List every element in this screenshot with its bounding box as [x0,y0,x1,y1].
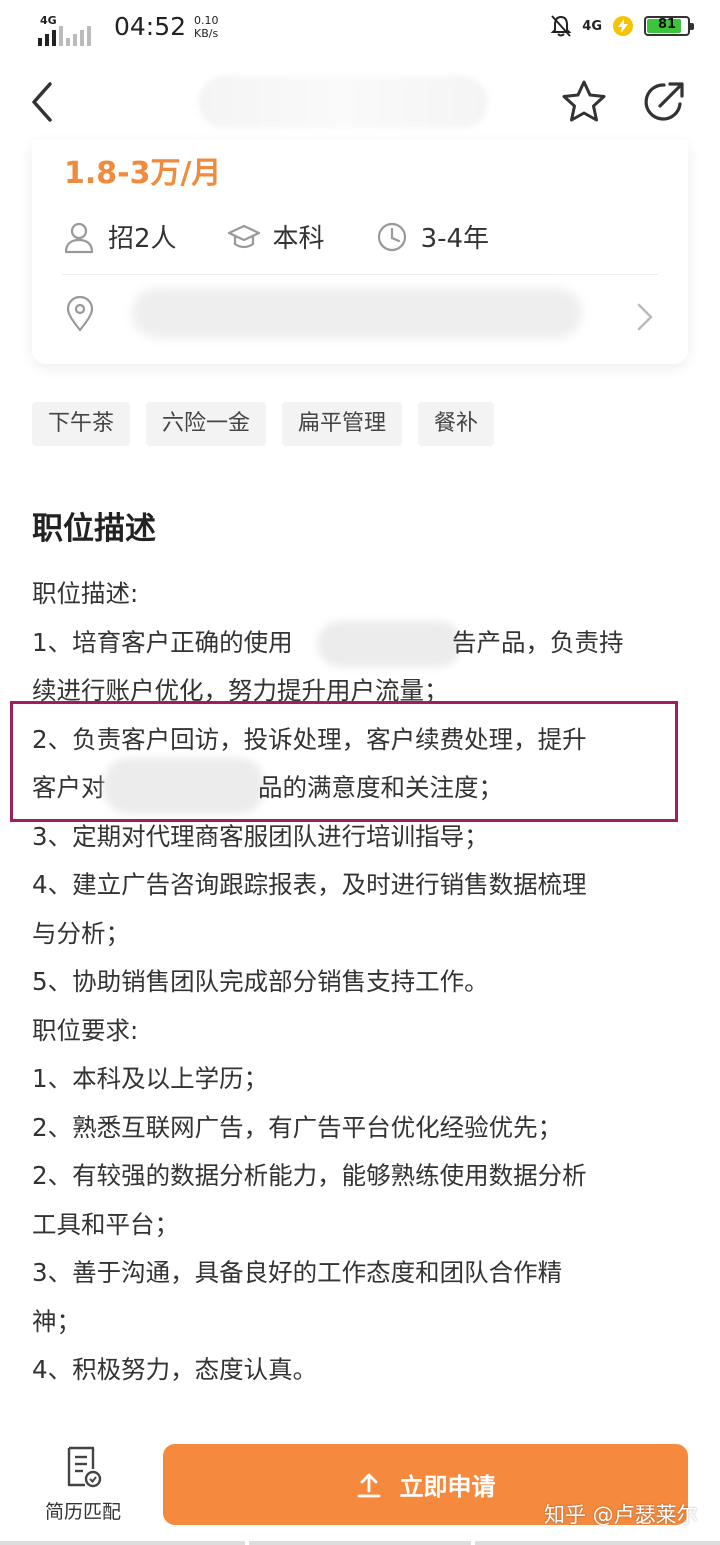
desc-line: 4、积极努力，态度认真。 [32,1355,318,1384]
highlight-annotation-box [10,701,678,822]
upload-icon [357,1473,380,1497]
nav-indicator [0,1541,245,1545]
resume-match-label: 简历匹配 [44,1501,121,1523]
resume-document-icon [67,1446,102,1488]
desc-line: 5、协助销售团队完成部分销售支持工作。 [32,967,489,996]
graduation-cap-icon [227,224,260,248]
apply-label: 立即申请 [399,1473,496,1501]
redacted-title [198,76,488,128]
battery-level: 81 [657,17,677,32]
chevron-right-icon [637,303,653,331]
education-text: 本科 [272,224,325,254]
desc-line: 1、本科及以上学历； [32,1064,269,1093]
watermark: 知乎 @卢瑟莱尔 [544,1503,698,1527]
favorite-button[interactable] [560,78,608,126]
resume-match-button[interactable]: 简历匹配 [30,1445,136,1535]
benefit-tag: 六险一金 [146,402,267,446]
charging-bolt-icon [613,16,633,36]
education-item: 本科 [227,218,325,255]
desc-line-part: 1、培育客户正确的使用 [32,627,293,657]
network-speed: 0.10 KB/s [194,14,219,40]
headcount-item: 招2人 [62,218,177,255]
star-icon [562,80,606,122]
clock-time: 04:52 [114,12,187,41]
address-row[interactable] [62,288,658,346]
desc-line: 2、熟悉互联网广告，有广告平台优化经验优先； [32,1112,563,1142]
job-meta-row: 招2人 本科 3-4年 [62,218,539,255]
experience-text: 3-4年 [420,224,490,254]
person-icon [64,222,94,253]
desc-line: 职位描述: [32,579,139,608]
desc-line-part: 告产品，负责持 [452,627,624,657]
desc-line: 2、有较强的数据分析能力，能够熟练使用数据分析 [32,1161,587,1190]
nav-indicator [249,1541,471,1545]
location-pin-icon [66,296,94,332]
back-button[interactable] [26,80,60,124]
battery-icon: 81 [644,16,694,36]
share-icon [644,82,684,121]
chevron-left-icon [32,82,52,122]
salary: 1.8-3万/月 [64,156,222,191]
desc-line: 与分析； [32,918,130,948]
network-speed-value: 0.10 [194,14,219,27]
benefit-tag: 扁平管理 [282,402,403,446]
bottom-action-bar: 简历匹配 立即申请 知乎 @卢瑟莱尔 [0,1425,720,1545]
redacted-address [132,288,582,338]
benefit-tags: 下午茶 六险一金 扁平管理 餐补 [32,402,495,446]
experience-item: 3-4年 [375,218,489,255]
status-bar: 4G 04:52 0.10 KB/s 4G 81 [0,0,720,56]
desc-line: 神； [32,1306,81,1336]
benefit-tag: 餐补 [418,402,495,446]
nav-bar [0,56,720,144]
job-description: 职位描述: 1、培育客户正确的使用 告产品，负责持 续进行账户优化，努力提升用户… [32,570,692,1395]
share-button[interactable] [640,78,688,126]
card-divider [62,274,658,275]
mute-bell-icon [550,15,572,37]
desc-line: 4、建立广告咨询跟踪报表，及时进行销售数据梳理 [32,870,587,899]
desc-line: 工具和平台； [32,1209,179,1239]
clock-icon [377,222,406,251]
nav-indicator [475,1541,720,1545]
network-speed-unit: KB/s [194,27,219,40]
network-type-right: 4G [582,18,602,34]
desc-line: 职位要求: [32,1015,139,1045]
section-title: 职位描述 [32,511,156,547]
desc-line: 3、善于沟通，具备良好的工作态度和团队合作精 [32,1258,563,1287]
benefit-tag: 下午茶 [32,402,131,446]
redacted-text [317,620,462,667]
job-info-card: 1.8-3万/月 招2人 本科 3-4年 [32,140,688,364]
headcount-text: 招2人 [108,224,177,254]
signal-strength-icon: 4G [38,14,102,46]
desc-line: 1、培育客户正确的使用 告产品，负责持 [32,619,692,668]
